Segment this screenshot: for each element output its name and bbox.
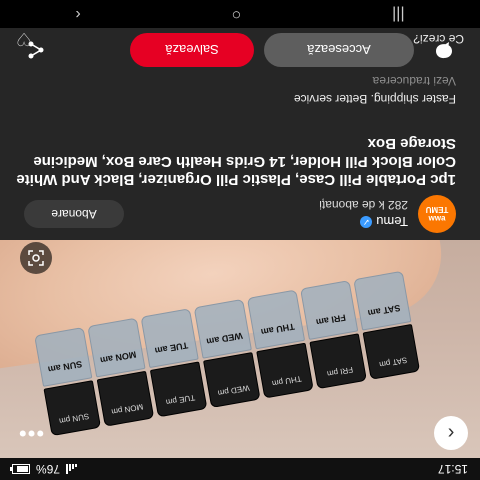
pill-compartment: FRI am: [300, 280, 359, 340]
verified-icon: ✓: [360, 216, 373, 228]
comment-prompt[interactable]: Ce crezi?: [413, 32, 464, 46]
pin-title: 1pc Portable Pill Case, Plastic Pill Org…: [16, 135, 456, 188]
signal-icon: [66, 464, 78, 474]
recent-apps-icon[interactable]: |||: [392, 5, 404, 23]
pill-compartment: SAT am: [353, 270, 412, 331]
temu-logo[interactable]: ɐʍʍ TEMU: [418, 195, 456, 233]
chevron-left-icon[interactable]: ‹: [434, 416, 468, 450]
pill-compartment: WED am: [193, 298, 252, 359]
heart-icon[interactable]: ♡: [16, 29, 32, 50]
back-nav-icon[interactable]: ‹: [75, 5, 80, 23]
home-icon[interactable]: ○: [232, 5, 242, 23]
pill-compartment: THU am: [246, 289, 306, 350]
translate-link[interactable]: Vezi traducerea: [373, 74, 456, 88]
ellipsis-icon[interactable]: •••: [14, 416, 48, 450]
pill-compartment: MON am: [87, 317, 146, 378]
visual-search-icon[interactable]: [20, 242, 52, 274]
pill-compartment: TUE am: [140, 308, 199, 369]
status-bar: 15:17 76%: [0, 458, 480, 480]
pill-lid: MON pm: [96, 370, 155, 427]
pin-subtitle: Faster shipping. Better service: [293, 92, 456, 106]
pill-lid: THU pm: [256, 342, 314, 399]
battery-icon: [12, 464, 30, 474]
pill-lid: SAT pm: [362, 323, 421, 380]
pill-lid: FRI pm: [309, 333, 367, 390]
system-nav-bar: ||| ○ ‹: [0, 0, 480, 28]
follower-count: 282 k de abonați: [319, 198, 408, 213]
pill-lid: SUN pm: [43, 380, 102, 437]
pill-compartment: SUN am: [34, 326, 93, 387]
pill-lid: WED pm: [203, 352, 261, 408]
product-image[interactable]: SAT pm FRI pm THU pm WED pm TUE pm MON pm SUN …: [0, 240, 480, 458]
creator-name[interactable]: Temu: [376, 215, 408, 230]
follow-button[interactable]: Abonare: [24, 200, 124, 228]
pin-details: ɐʍʍ TEMU Temu ✓ 282 k de abonați Abonare…: [0, 20, 480, 240]
comment-prompt-row: Ce crezi? ♡: [0, 28, 480, 50]
pin-screen: 15:17 76% SAT pm FRI pm THU pm WED pm TUE pm…: [0, 0, 480, 480]
creator-row: ɐʍʍ TEMU Temu ✓ 282 k de abonați Abonare: [24, 195, 456, 233]
battery-percent: 76%: [36, 462, 61, 476]
pill-lid: TUE pm: [149, 361, 208, 418]
status-time: 15:17: [437, 462, 468, 476]
